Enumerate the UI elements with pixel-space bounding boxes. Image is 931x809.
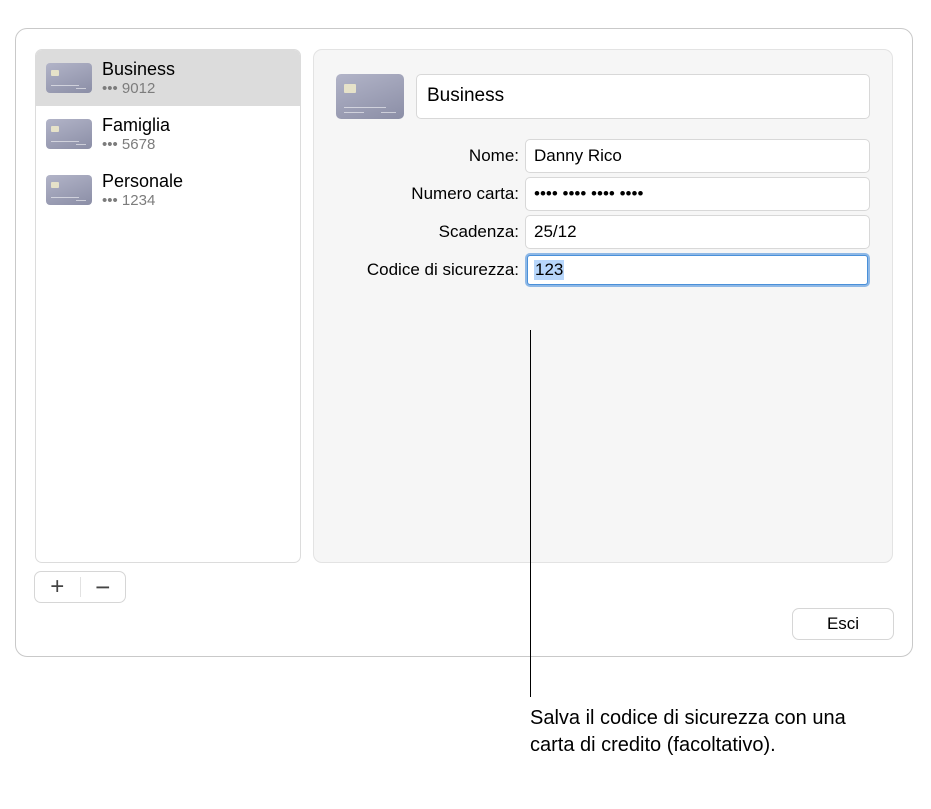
plus-icon: + <box>50 575 64 599</box>
credit-card-icon <box>46 63 92 93</box>
exit-button[interactable]: Esci <box>792 608 894 640</box>
add-card-button[interactable]: + <box>35 572 80 602</box>
card-list: Business ••• 9012 Famiglia ••• 5678 <box>35 49 301 563</box>
credit-cards-window: Business ••• 9012 Famiglia ••• 5678 <box>15 28 913 657</box>
name-label: Nome: <box>336 146 525 166</box>
card-list-item-business[interactable]: Business ••• 9012 <box>36 50 300 106</box>
card-number-field[interactable]: •••• •••• •••• •••• <box>525 177 870 211</box>
name-field[interactable]: Danny Rico <box>525 139 870 173</box>
card-item-title: Personale <box>102 171 183 192</box>
expiry-field[interactable]: 25/12 <box>525 215 870 249</box>
minus-icon: − <box>95 574 110 600</box>
card-list-item-personale[interactable]: Personale ••• 1234 <box>36 162 300 218</box>
security-code-label: Codice di sicurezza: <box>336 260 525 280</box>
remove-card-button[interactable]: − <box>81 572 126 602</box>
credit-card-icon <box>46 175 92 205</box>
card-item-title: Business <box>102 59 175 80</box>
card-list-item-famiglia[interactable]: Famiglia ••• 5678 <box>36 106 300 162</box>
callout-text: Salva il codice di sicurezza con una car… <box>530 705 850 759</box>
card-title-field[interactable]: Business <box>416 74 870 119</box>
credit-card-icon <box>46 119 92 149</box>
card-item-title: Famiglia <box>102 115 170 136</box>
card-item-masked-number: ••• 5678 <box>102 136 170 153</box>
callout-line <box>530 330 531 697</box>
card-detail-pane: Business Nome: Danny Rico Numero carta: … <box>313 49 893 563</box>
security-code-field[interactable]: 123 <box>525 253 870 287</box>
expiry-label: Scadenza: <box>336 222 525 242</box>
card-item-masked-number: ••• 1234 <box>102 192 183 209</box>
card-item-masked-number: ••• 9012 <box>102 80 175 97</box>
credit-card-icon <box>336 74 404 119</box>
add-remove-control: + − <box>34 571 126 603</box>
card-number-label: Numero carta: <box>336 184 525 204</box>
